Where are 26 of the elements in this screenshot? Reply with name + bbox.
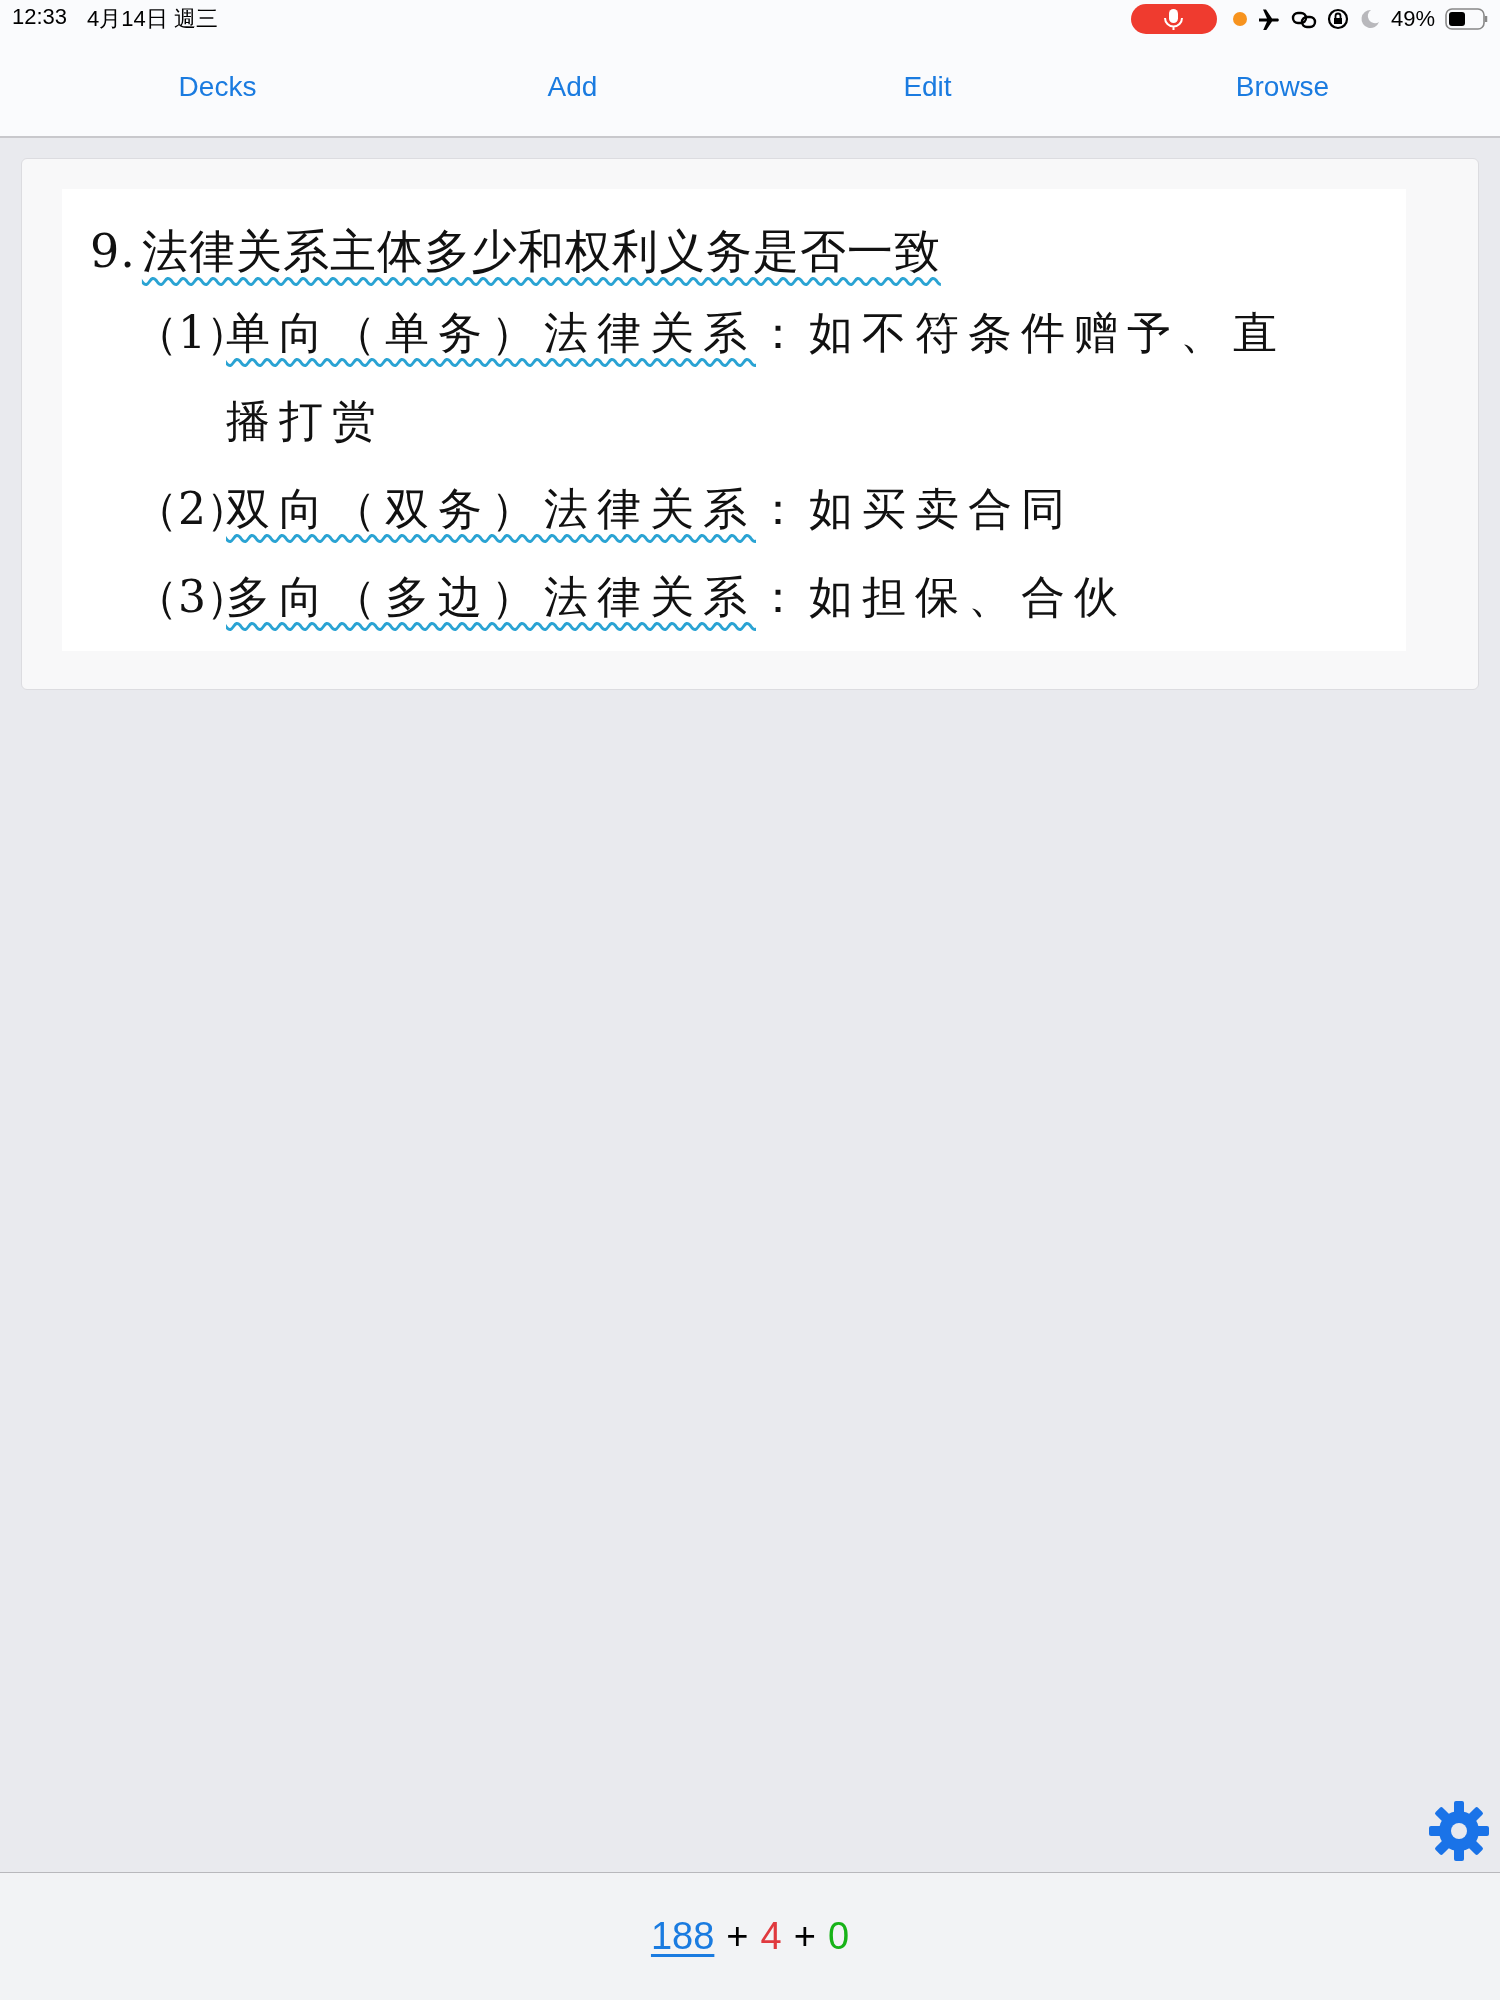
item-number: （1） (134, 306, 226, 360)
rotation-lock-icon (1326, 8, 1349, 30)
settings-icon[interactable] (1428, 1800, 1490, 1862)
date-text: 4月14日 週三 (87, 5, 218, 33)
nav-button[interactable]: Decks (168, 65, 267, 109)
plus-sign: + (793, 1915, 816, 1958)
due-count: 4 (760, 1915, 782, 1958)
nav-button[interactable]: Add (537, 65, 608, 109)
item-number: （3） (134, 570, 226, 624)
question-number: 9. (90, 223, 136, 280)
due-count-link[interactable]: 188 (650, 1915, 715, 1958)
battery-percent: 49% (1390, 6, 1435, 32)
microphone-icon (1130, 4, 1217, 34)
battery-icon (1445, 8, 1488, 30)
plus-sign: + (726, 1915, 749, 1958)
item-text: 多向（多边）法律关系：如担保、合伙 (226, 570, 1128, 624)
dot-icon (1232, 12, 1247, 26)
item-text: 双向（双务）法律关系：如买卖合同 (226, 482, 1075, 536)
clock-time: 12:33 (12, 4, 68, 31)
item-number: （2） (134, 482, 226, 536)
nav-button[interactable]: Edit (893, 65, 962, 109)
airplane-icon (1256, 8, 1281, 30)
item-text: 单向（单务）法律关系：如不符条件赠予、直播打赏 (226, 306, 1286, 448)
question-title: 法律关系主体多少和权利义务是否一致 (141, 223, 941, 280)
nav-button[interactable]: Browse (1225, 65, 1340, 109)
due-count: 0 (827, 1915, 850, 1958)
